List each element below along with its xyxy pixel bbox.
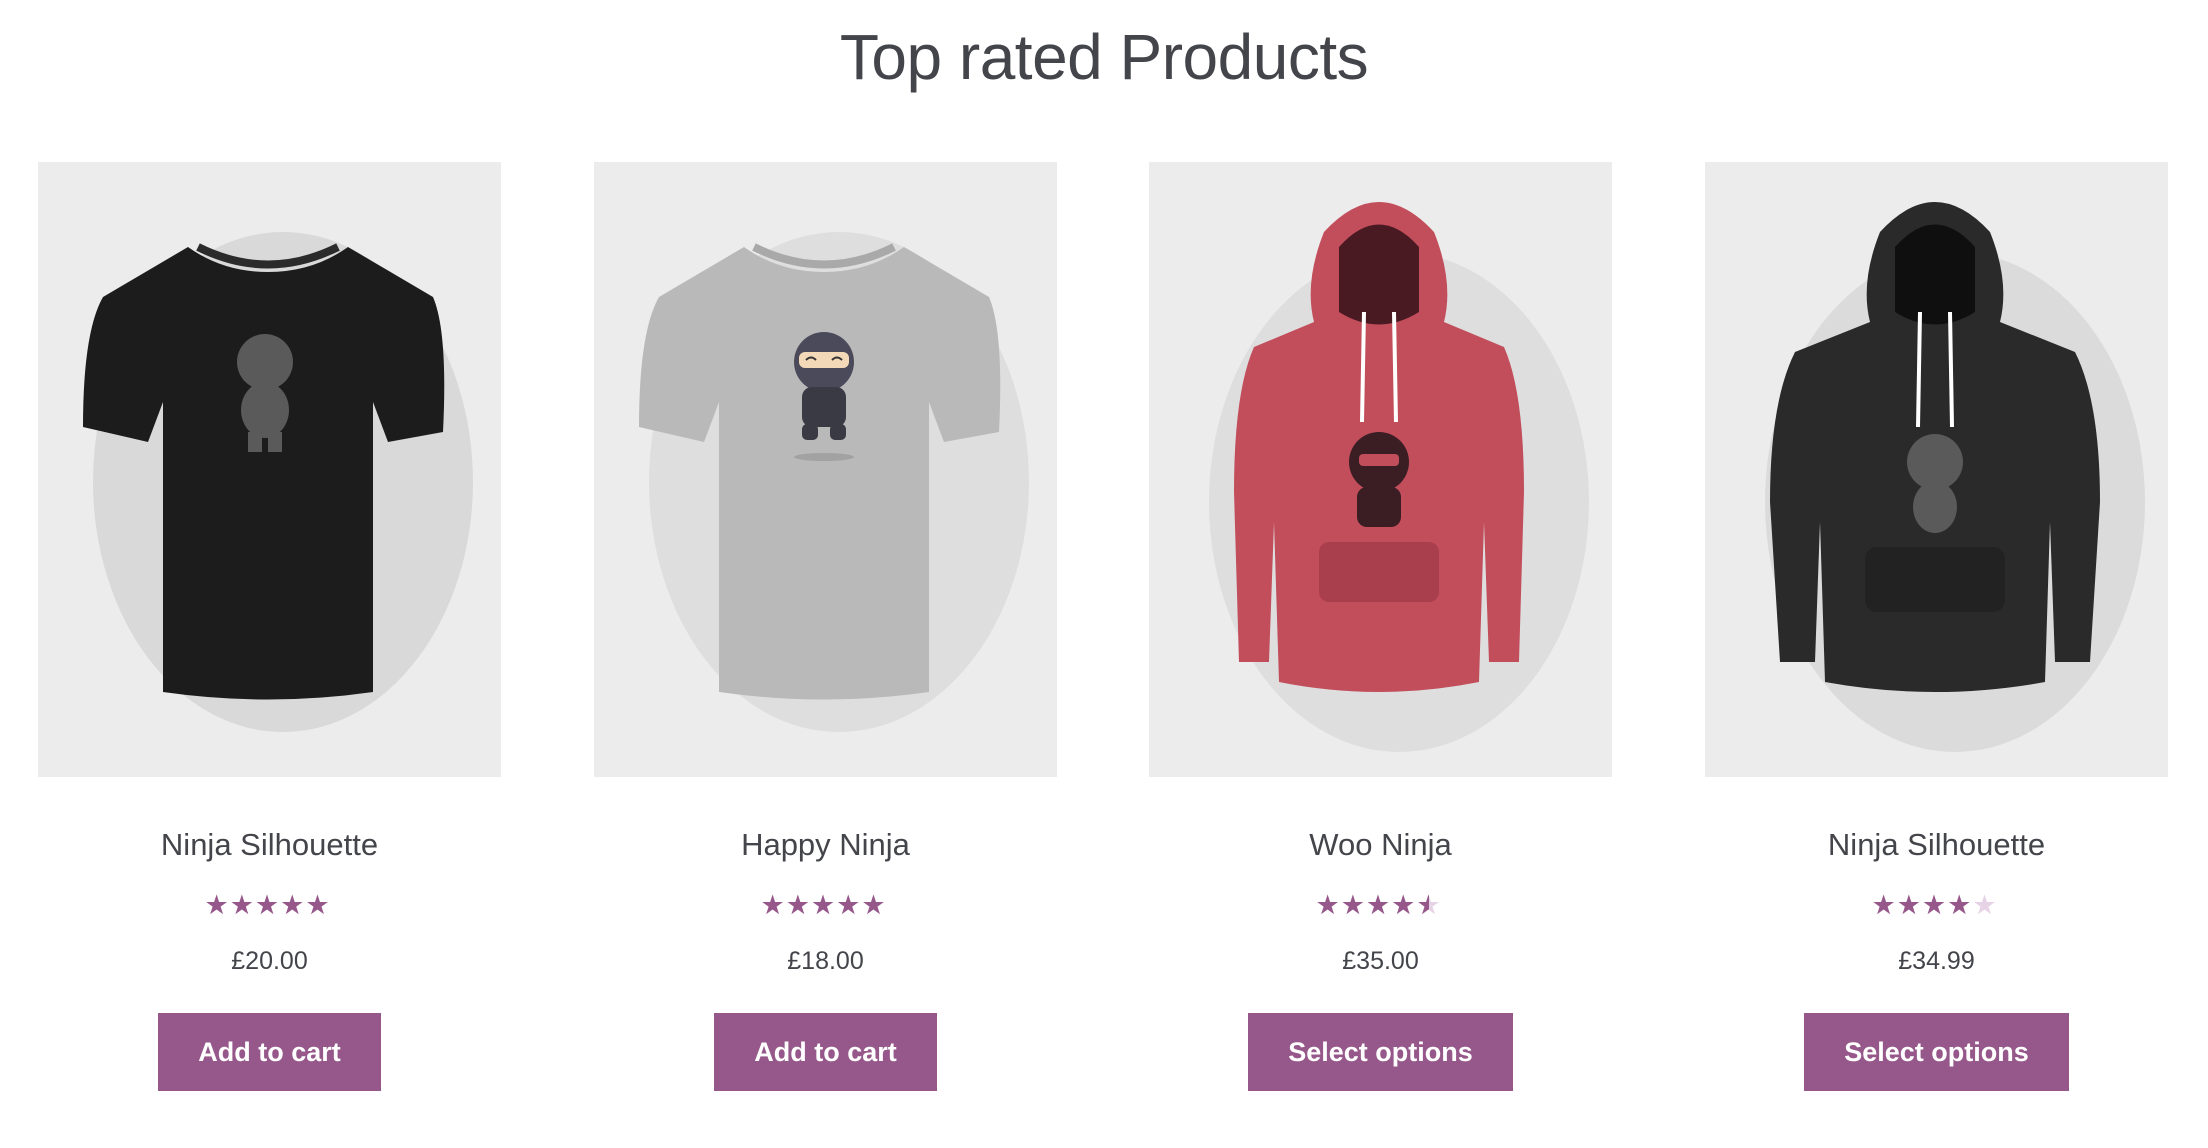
star-rating: ★★★★★ ★★★★★ [761,891,891,921]
black-hoodie-image [1765,202,2145,752]
product-title[interactable]: Woo Ninja [1149,825,1612,865]
product-price: £20.00 [231,947,308,975]
product-image[interactable] [594,162,1057,777]
star-rating-filled: ★★★★★ [204,891,331,921]
product-price: £35.00 [1342,947,1419,975]
star-rating-filled: ★★★★★ [760,891,887,921]
black-tshirt-image [83,232,473,732]
product-image[interactable] [38,162,501,777]
star-rating: ★★★★★ ★★★★★ [1316,891,1446,921]
grey-tshirt-image [639,232,1029,732]
page-title: Top rated Products [839,21,1369,93]
product-card: Happy Ninja ★★★★★ ★★★★★ £18.00 Add to ca… [594,162,1057,1091]
select-options-button[interactable]: Select options [1804,1013,2069,1091]
product-image[interactable] [1149,162,1612,777]
product-price: £34.99 [1898,947,1975,975]
star-rating: ★★★★★ ★★★★★ [205,891,335,921]
product-title[interactable]: Ninja Silhouette [38,825,501,865]
star-rating-filled: ★★★★★ [1871,891,1973,921]
product-card: Ninja Silhouette ★★★★★ ★★★★★ £34.99 Sele… [1705,162,2168,1091]
product-title[interactable]: Ninja Silhouette [1705,825,2168,865]
product-price: £18.00 [787,947,864,975]
select-options-button[interactable]: Select options [1248,1013,1513,1091]
add-to-cart-button[interactable]: Add to cart [158,1013,381,1091]
product-image[interactable] [1705,162,2168,777]
product-card: Ninja Silhouette ★★★★★ ★★★★★ £20.00 Add … [38,162,501,1091]
product-title[interactable]: Happy Ninja [594,825,1057,865]
star-rating: ★★★★★ ★★★★★ [1872,891,2002,921]
star-rating-filled: ★★★★★ [1315,891,1429,921]
add-to-cart-button[interactable]: Add to cart [714,1013,937,1091]
product-card: Woo Ninja ★★★★★ ★★★★★ £35.00 Select opti… [1149,162,1612,1091]
red-hoodie-image [1209,202,1589,752]
